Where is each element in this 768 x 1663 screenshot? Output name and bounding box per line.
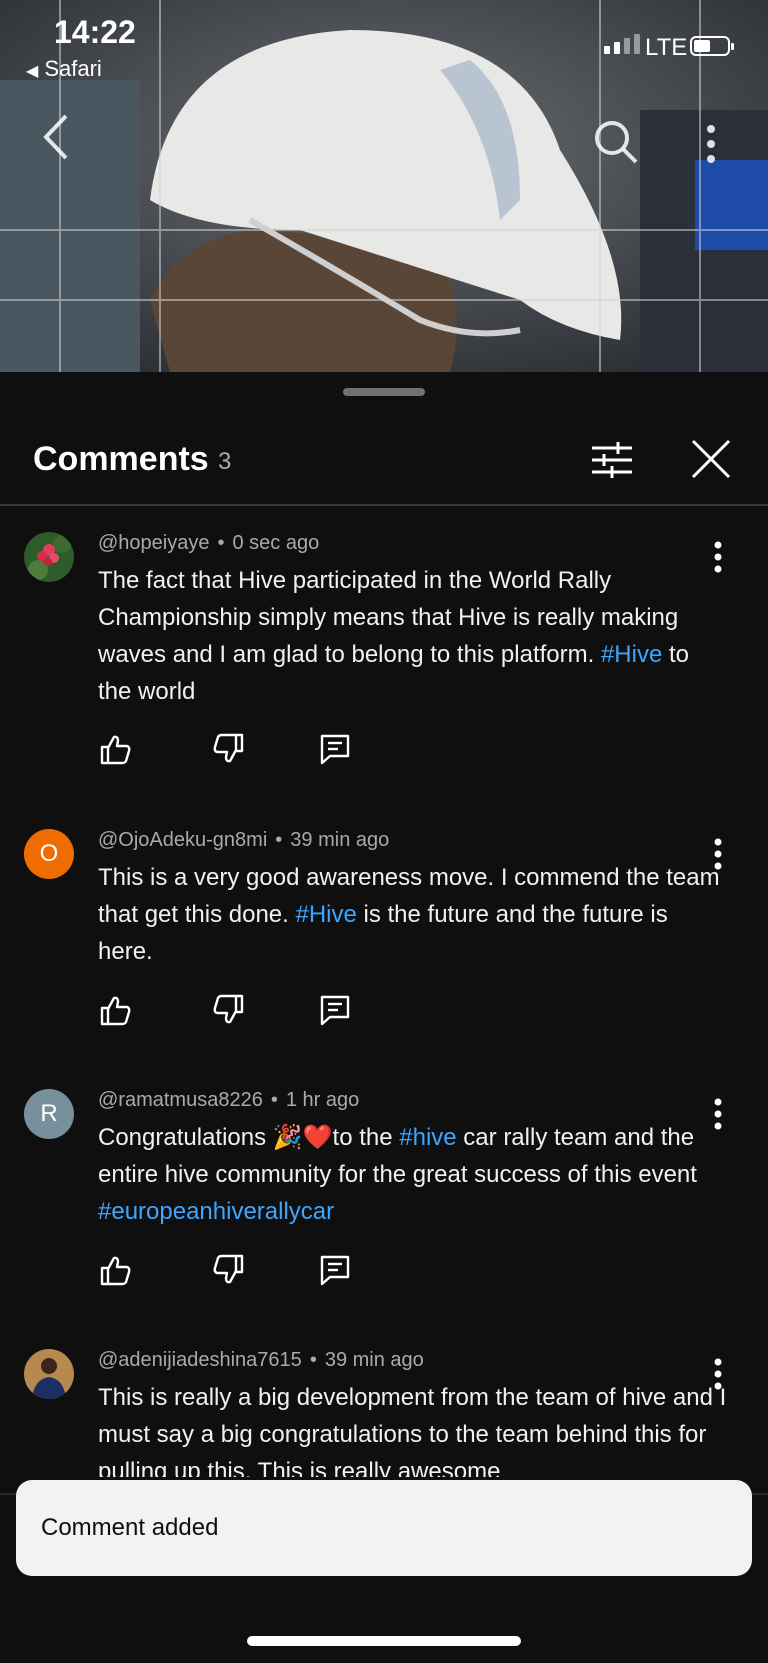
comment-author[interactable]: @OjoAdeku-gn8mi [98, 829, 267, 851]
avatar[interactable] [24, 532, 74, 582]
thumbs-up-icon[interactable] [98, 732, 132, 766]
thumbs-up-icon[interactable] [98, 1253, 132, 1287]
video-player[interactable]: 14:22 ◀ Safari LTE [0, 0, 768, 372]
comment-time: 0 sec ago [232, 532, 320, 554]
search-icon[interactable] [592, 118, 640, 166]
comments-sheet: Comments 3 @hopeiyaye • 0 sec ago The fact… [0, 372, 768, 1663]
drag-handle[interactable] [343, 388, 425, 396]
comment-author[interactable]: @ramatmusa8226 [98, 1089, 263, 1111]
home-indicator[interactable] [247, 1636, 521, 1646]
toast-comment-added: Comment added [16, 1480, 752, 1576]
comment-text: Congratulations 🎉❤️to the #hive car rall… [98, 1124, 697, 1225]
comments-header: Comments 3 [0, 410, 768, 506]
comment-time: 1 hr ago [285, 1089, 360, 1111]
comment-meta: @adenijiadeshina7615 • 39 min ago [98, 1349, 424, 1371]
comment-text: This is a very good awareness move. I co… [98, 864, 720, 965]
hashtag-link[interactable]: #Hive [601, 641, 662, 668]
signal-icon [604, 34, 640, 54]
comment-item: @adenijiadeshina7615 • 39 min ago This is … [0, 1349, 768, 1477]
hashtag-link[interactable]: #Hive [295, 901, 356, 928]
battery-icon [690, 36, 734, 56]
filter-icon[interactable] [590, 440, 634, 480]
reply-icon[interactable] [318, 993, 352, 1027]
avatar[interactable]: R [24, 1089, 74, 1139]
chevron-left-icon[interactable] [40, 112, 70, 162]
back-to-safari[interactable]: ◀ Safari [26, 56, 102, 82]
toast-message: Comment added [41, 1514, 219, 1541]
reply-icon[interactable] [318, 732, 352, 766]
status-bar: 14:22 ◀ Safari LTE [0, 0, 768, 90]
thumbs-down-icon[interactable] [212, 732, 246, 766]
comments-count: 3 [218, 448, 232, 475]
hashtag-link[interactable]: #europeanhiverallycar [98, 1198, 334, 1225]
reply-icon[interactable] [318, 1253, 352, 1287]
back-app-label: Safari [44, 56, 102, 81]
clock: 14:22 [54, 14, 136, 50]
comment-time: 39 min ago [290, 829, 390, 851]
avatar[interactable]: O [24, 829, 74, 879]
comment-meta: @hopeiyaye • 0 sec ago [98, 532, 320, 554]
comment-meta: @ramatmusa8226 • 1 hr ago [98, 1089, 360, 1111]
network-type: LTE [645, 34, 688, 61]
thumbs-down-icon[interactable] [212, 993, 246, 1027]
comment-time: 39 min ago [324, 1349, 424, 1371]
back-triangle-icon: ◀ [26, 63, 39, 80]
thumbs-up-icon[interactable] [98, 993, 132, 1027]
comment-author[interactable]: @hopeiyaye [98, 532, 209, 554]
hashtag-link[interactable]: #hive [399, 1124, 456, 1151]
more-vertical-icon[interactable] [704, 124, 718, 164]
close-icon[interactable] [690, 438, 732, 480]
comment-meta: @OjoAdeku-gn8mi • 39 min ago [98, 829, 390, 851]
comment-text: The fact that Hive participated in the W… [98, 567, 689, 705]
thumbs-down-icon[interactable] [212, 1253, 246, 1287]
comments-title: Comments [33, 440, 209, 478]
comment-text: This is really a big development from th… [98, 1384, 727, 1477]
comment-author[interactable]: @adenijiadeshina7615 [98, 1349, 302, 1371]
avatar[interactable] [24, 1349, 74, 1399]
